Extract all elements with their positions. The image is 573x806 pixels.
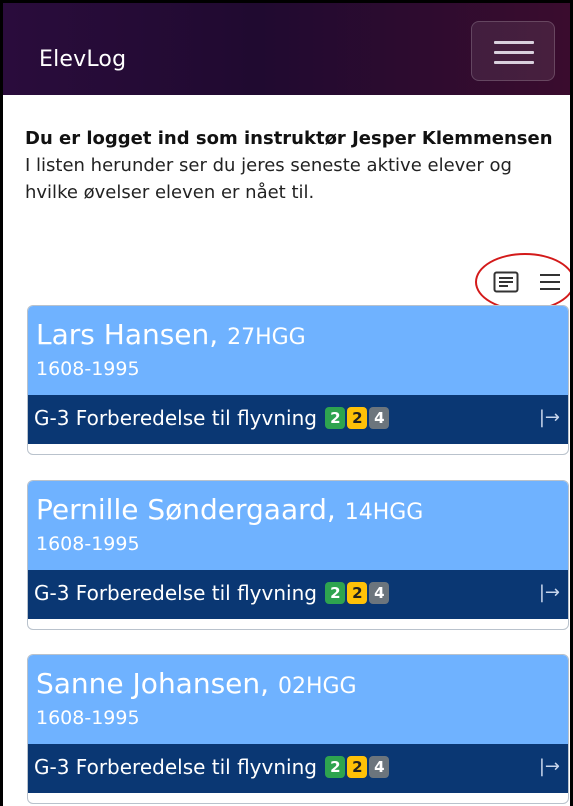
student-name: Sanne Johansen, 02HGG bbox=[36, 667, 357, 700]
card-view-icon[interactable] bbox=[493, 271, 519, 293]
student-id: 1608-1995 bbox=[36, 707, 140, 729]
lesson-bar[interactable]: G-3 Forberedelse til flyvning 224 |→ bbox=[28, 744, 568, 793]
badge-green: 2 bbox=[325, 582, 346, 604]
badge-yellow: 2 bbox=[347, 407, 368, 429]
student-card[interactable]: Pernille Søndergaard, 14HGG 1608-1995 G-… bbox=[27, 480, 569, 630]
student-name: Lars Hansen, 27HGG bbox=[36, 318, 306, 351]
student-id: 1608-1995 bbox=[36, 358, 140, 380]
lesson-info: G-3 Forberedelse til flyvning 224 bbox=[34, 755, 390, 779]
student-code: 02HGG bbox=[277, 674, 357, 699]
navbar: ElevLog bbox=[3, 3, 570, 95]
hamburger-icon-line bbox=[494, 61, 534, 64]
student-name: Pernille Søndergaard, 14HGG bbox=[36, 493, 423, 526]
open-arrow-icon[interactable]: |→ bbox=[539, 582, 560, 603]
student-card[interactable]: Lars Hansen, 27HGG 1608-1995 G-3 Forbere… bbox=[27, 305, 569, 455]
lesson-title: G-3 Forberedelse til flyvning bbox=[34, 755, 317, 779]
student-id: 1608-1995 bbox=[36, 533, 140, 555]
logged-in-as: Du er logget ind som instruktør Jesper K… bbox=[25, 128, 553, 149]
badge-green: 2 bbox=[325, 407, 346, 429]
app-frame: ElevLog Du er logget ind som instruktør … bbox=[0, 0, 573, 806]
badge-gray: 4 bbox=[369, 582, 390, 604]
badge-gray: 4 bbox=[369, 407, 390, 429]
open-arrow-icon[interactable]: |→ bbox=[539, 756, 560, 777]
student-card-header[interactable]: Pernille Søndergaard, 14HGG 1608-1995 bbox=[28, 481, 568, 570]
intro-text: Du er logget ind som instruktør Jesper K… bbox=[25, 125, 565, 206]
badge-yellow: 2 bbox=[347, 756, 368, 778]
open-arrow-icon[interactable]: |→ bbox=[539, 407, 560, 428]
student-card[interactable]: Sanne Johansen, 02HGG 1608-1995 G-3 Forb… bbox=[27, 654, 569, 804]
lesson-info: G-3 Forberedelse til flyvning 224 bbox=[34, 406, 390, 430]
lesson-title: G-3 Forberedelse til flyvning bbox=[34, 581, 317, 605]
badge-green: 2 bbox=[325, 756, 346, 778]
hamburger-icon-line bbox=[494, 51, 534, 54]
hamburger-icon bbox=[494, 41, 534, 44]
intro-description: I listen herunder ser du jeres seneste a… bbox=[25, 155, 512, 203]
student-name-text: Pernille Søndergaard, bbox=[36, 493, 336, 526]
lesson-info: G-3 Forberedelse til flyvning 224 bbox=[34, 581, 390, 605]
badge-yellow: 2 bbox=[347, 582, 368, 604]
student-card-header[interactable]: Sanne Johansen, 02HGG 1608-1995 bbox=[28, 655, 568, 744]
brand-logo[interactable]: ElevLog bbox=[39, 47, 126, 72]
lesson-bar[interactable]: G-3 Forberedelse til flyvning 224 |→ bbox=[28, 570, 568, 619]
student-card-header[interactable]: Lars Hansen, 27HGG 1608-1995 bbox=[28, 306, 568, 395]
lesson-bar[interactable]: G-3 Forberedelse til flyvning 224 |→ bbox=[28, 395, 568, 444]
student-code: 14HGG bbox=[344, 500, 424, 525]
menu-toggle-button[interactable] bbox=[471, 21, 555, 81]
student-code: 27HGG bbox=[227, 325, 306, 350]
list-view-icon[interactable] bbox=[537, 271, 563, 293]
lesson-title: G-3 Forberedelse til flyvning bbox=[34, 406, 317, 430]
student-name-text: Sanne Johansen, bbox=[36, 667, 270, 700]
student-name-text: Lars Hansen, bbox=[36, 318, 219, 351]
badge-gray: 4 bbox=[369, 756, 390, 778]
